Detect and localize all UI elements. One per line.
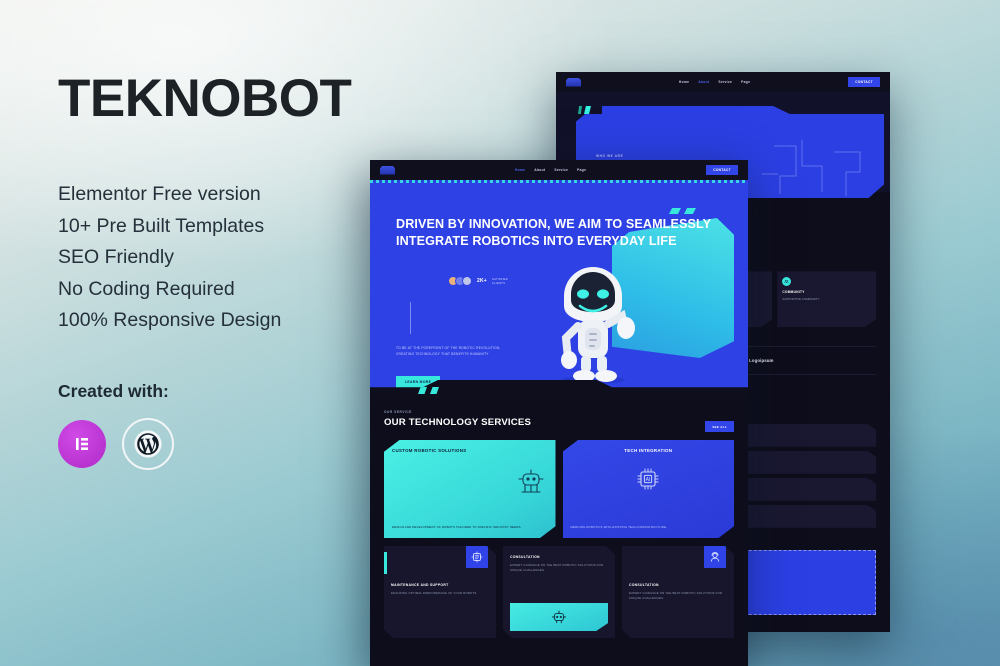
mini-card-desc: EXPERT GUIDANCE ON THE BEST ROBOTIC SOLU… xyxy=(629,591,723,600)
nav-link-about[interactable]: About xyxy=(698,80,709,84)
feature-item: 10+ Pre Built Templates xyxy=(58,214,265,237)
services-title: OUR TECHNOLOGY SERVICES xyxy=(384,417,532,428)
page-title: TEKNOBOT xyxy=(58,69,352,128)
service-card-title: CUSTOM ROBOTIC SOLUTIONS xyxy=(392,448,467,453)
advantage-desc: SUPPORTIVE COMMUNITY xyxy=(782,297,820,302)
site-logo-icon[interactable] xyxy=(380,165,395,175)
wordpress-logo-icon xyxy=(122,417,174,470)
back-navbar: Home About Service Page CONTACT xyxy=(556,72,890,92)
mini-card-title: CONSULTATION xyxy=(510,555,540,559)
hero-stats: 2K+ SATISFIED CLIENTS xyxy=(448,276,518,286)
hero-description: TO BE AT THE FOREFRONT OF THE ROBOTIC RE… xyxy=(396,346,501,356)
nav-links: Home About Service Page xyxy=(679,80,750,84)
created-with-label: Created with: xyxy=(58,380,169,401)
mini-card-title: CONSULTATION xyxy=(629,583,659,587)
stat-number: 2K+ xyxy=(477,278,487,284)
service-card-row: CUSTOM ROBOTIC SOLUTIONS DESIGN AND DEVE… xyxy=(384,440,734,538)
feature-item: SEO Friendly xyxy=(58,246,174,269)
service-card-desc: DESIGN AND DEVELOPMENT OF ROBOTS TAILORE… xyxy=(392,525,522,530)
contact-button[interactable]: CONTACT xyxy=(706,164,738,176)
robot-head-icon xyxy=(517,469,544,493)
svg-text:AI: AI xyxy=(646,477,651,483)
services-eyebrow: OUR SERVICE xyxy=(384,410,412,414)
card-accent-strip xyxy=(384,552,387,574)
mini-card-title: MAINTENANCE AND SUPPORT xyxy=(391,583,449,587)
mini-card-desc: ENSURING OPTIMAL PERFORMANCE OF YOUR ROB… xyxy=(391,591,478,596)
mini-card-desc: EXPERT GUIDANCE ON THE BEST ROBOTIC SOLU… xyxy=(510,563,604,572)
support-agent-icon xyxy=(704,546,726,568)
advantage-card[interactable]: COMMUNITY SUPPORTIVE COMMUNITY xyxy=(777,271,877,328)
hero-divider xyxy=(410,302,411,334)
feature-list: Elementor Free version 10+ Pre Built Tem… xyxy=(58,179,388,337)
contact-button[interactable]: CONTACT xyxy=(848,76,880,88)
mini-card-row: MAINTENANCE AND SUPPORT ENSURING OPTIMAL… xyxy=(370,546,748,652)
hero-section: DRIVEN BY INNOVATION, WE AIM TO SEAMLESS… xyxy=(370,180,748,398)
circuit-wireframe-icon xyxy=(762,140,861,196)
nav-link-page[interactable]: Page xyxy=(741,80,750,84)
service-card-desc: MERGING ROBOTICS WITH EXISTING TECH INFR… xyxy=(570,525,668,530)
nav-link-page[interactable]: Page xyxy=(577,168,586,172)
advantage-title: COMMUNITY xyxy=(782,290,805,295)
chevron-accent-icon xyxy=(578,106,591,114)
elementor-logo-icon xyxy=(58,419,106,468)
services-header: OUR SERVICE OUR TECHNOLOGY SERVICES SEE … xyxy=(384,410,734,432)
nav-link-home[interactable]: Home xyxy=(679,80,689,84)
logo-row xyxy=(58,417,388,470)
logo-label: Logoipsum xyxy=(749,358,774,364)
mini-service-card[interactable]: MAINTENANCE AND SUPPORT ENSURING OPTIMAL… xyxy=(384,546,496,638)
hero-headline: DRIVEN BY INNOVATION, WE AIM TO SEAMLESS… xyxy=(396,217,711,248)
nav-link-service[interactable]: Service xyxy=(554,168,568,172)
see-all-button[interactable]: SEE ALL xyxy=(705,421,734,432)
service-card[interactable]: TECH INTEGRATION AI MERGING ROBOTICS WIT… xyxy=(562,440,734,538)
community-icon xyxy=(782,277,792,287)
gear-robot-icon xyxy=(466,546,488,568)
avatar-group xyxy=(448,276,472,286)
mockup-home-page[interactable]: Home About Service Page CONTACT DRIVEN B… xyxy=(370,160,748,666)
site-logo-icon[interactable] xyxy=(566,77,581,87)
nav-links: Home About Service Page xyxy=(515,168,586,172)
mini-service-card[interactable]: CONSULTATION EXPERT GUIDANCE ON THE BEST… xyxy=(622,546,734,638)
chevron-accent-icon xyxy=(669,208,696,214)
nav-link-about[interactable]: About xyxy=(534,168,545,172)
robot-face-icon xyxy=(510,603,608,631)
feature-item: 100% Responsive Design xyxy=(58,309,282,332)
ai-chip-icon: AI xyxy=(637,468,659,490)
stat-label: SATISFIED CLIENTS xyxy=(491,276,508,285)
mini-service-card[interactable]: CONSULTATION EXPERT GUIDANCE ON THE BEST… xyxy=(503,546,615,638)
service-card-title: TECH INTEGRATION xyxy=(624,448,673,453)
feature-item: No Coding Required xyxy=(58,277,235,300)
about-eyebrow: WHO WE ARE xyxy=(596,154,624,158)
nav-link-home[interactable]: Home xyxy=(515,168,525,172)
front-navbar: Home About Service Page CONTACT xyxy=(370,160,748,180)
service-card[interactable]: CUSTOM ROBOTIC SOLUTIONS DESIGN AND DEVE… xyxy=(384,440,556,538)
chevron-accent-icon xyxy=(418,387,439,394)
hero-accent-bar xyxy=(602,106,790,114)
robot-mascot-icon xyxy=(561,267,635,384)
promo-panel: TEKNOBOT Elementor Free version 10+ Pre … xyxy=(58,72,388,470)
nav-link-service[interactable]: Service xyxy=(718,80,732,84)
feature-item: Elementor Free version xyxy=(58,183,261,205)
services-section: OUR SERVICE OUR TECHNOLOGY SERVICES SEE … xyxy=(370,398,748,538)
